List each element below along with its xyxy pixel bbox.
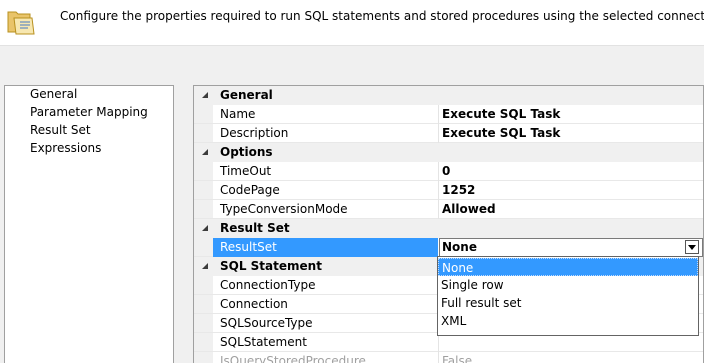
resultset-value[interactable]: None — [442, 240, 477, 254]
nav-item-result-set[interactable]: Result Set — [30, 123, 91, 137]
category-label: General — [220, 88, 273, 102]
category-label: SQL Statement — [220, 259, 322, 273]
property-row-resultset[interactable]: ResultSet None — [194, 238, 703, 257]
resultset-dropdown-list[interactable]: None Single row Full result set XML — [437, 256, 699, 336]
dialog-header: Configure the properties required to run… — [0, 0, 704, 46]
collapse-triangle-icon[interactable] — [202, 149, 208, 155]
property-name: SQLSourceType — [220, 316, 313, 330]
property-name: ConnectionType — [220, 278, 316, 292]
collapse-triangle-icon[interactable] — [202, 225, 208, 231]
property-row-is-query-stored-procedure[interactable]: IsQueryStoredProcedure False — [194, 352, 703, 363]
collapse-triangle-icon[interactable] — [202, 263, 208, 269]
property-value[interactable]: 1252 — [442, 183, 475, 197]
header-description: Configure the properties required to run… — [60, 9, 704, 23]
category-result-set[interactable]: Result Set — [194, 219, 703, 238]
property-value[interactable]: Execute SQL Task — [442, 126, 560, 140]
dropdown-option-single-row[interactable]: Single row — [438, 276, 698, 294]
property-name: TimeOut — [220, 164, 272, 178]
collapse-triangle-icon[interactable] — [202, 92, 208, 98]
property-row-codepage[interactable]: CodePage 1252 — [194, 181, 703, 200]
property-name: Description — [220, 126, 289, 140]
category-label: Options — [220, 145, 273, 159]
property-name: Name — [220, 107, 256, 121]
property-name: CodePage — [220, 183, 280, 197]
category-general[interactable]: General — [194, 86, 703, 105]
property-value[interactable]: Execute SQL Task — [442, 107, 560, 121]
property-row-name[interactable]: Name Execute SQL Task — [194, 105, 703, 124]
category-options[interactable]: Options — [194, 143, 703, 162]
dropdown-arrow-button[interactable] — [685, 240, 699, 254]
nav-item-parameter-mapping[interactable]: Parameter Mapping — [30, 105, 148, 119]
nav-item-general[interactable]: General — [30, 87, 77, 101]
property-row-type-conversion-mode[interactable]: TypeConversionMode Allowed — [194, 200, 703, 219]
property-row-description[interactable]: Description Execute SQL Task — [194, 124, 703, 143]
property-name: ResultSet — [220, 240, 277, 254]
dropdown-option-none[interactable]: None — [438, 258, 698, 276]
dropdown-option-xml[interactable]: XML — [438, 312, 698, 330]
navigation-pane: General Parameter Mapping Result Set Exp… — [4, 85, 174, 363]
property-value[interactable]: 0 — [442, 164, 450, 178]
property-name: TypeConversionMode — [220, 202, 348, 216]
nav-item-expressions[interactable]: Expressions — [30, 141, 101, 155]
property-name: SQLStatement — [220, 335, 307, 349]
property-name: Connection — [220, 297, 288, 311]
dropdown-option-full-result-set[interactable]: Full result set — [438, 294, 698, 312]
folder-script-icon — [6, 6, 36, 36]
property-value[interactable]: Allowed — [442, 202, 496, 216]
category-label: Result Set — [220, 221, 290, 235]
property-row-timeout[interactable]: TimeOut 0 — [194, 162, 703, 181]
